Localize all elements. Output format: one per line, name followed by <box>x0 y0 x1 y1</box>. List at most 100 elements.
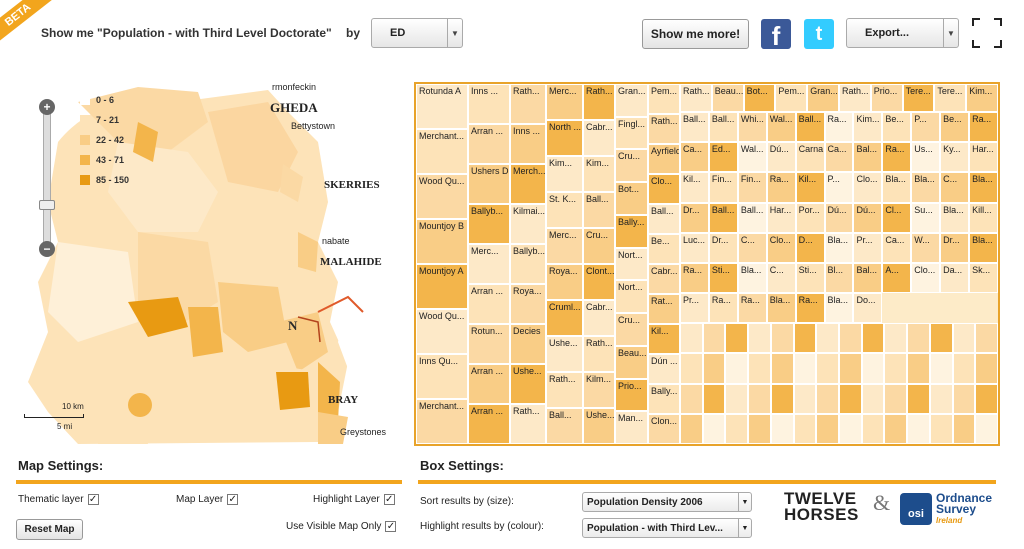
treemap-cell[interactable]: Pem... <box>648 84 680 114</box>
treemap-cell[interactable]: Bla... <box>940 202 970 233</box>
treemap-cell[interactable]: Mountjoy B <box>416 219 468 264</box>
treemap-cell[interactable] <box>748 413 771 444</box>
treemap-cell[interactable]: Ra... <box>737 293 767 324</box>
treemap-cell[interactable] <box>952 413 976 444</box>
treemap-cell[interactable]: Merchant... <box>416 129 468 174</box>
treemap-cell[interactable]: Kil... <box>795 172 825 203</box>
treemap-cell[interactable]: Roya... <box>510 284 546 324</box>
treemap-cell[interactable]: Ayrfield <box>648 144 680 174</box>
treemap-cell[interactable]: Ushe... <box>583 408 615 444</box>
treemap-cell[interactable]: Dú... <box>766 142 796 173</box>
treemap-cell[interactable]: C... <box>940 172 970 203</box>
treemap-cell[interactable]: Har... <box>766 202 796 233</box>
treemap-cell[interactable]: Ca... <box>824 142 854 173</box>
treemap-cell[interactable]: Merc... <box>468 244 510 284</box>
treemap-cell[interactable]: Arran ... <box>468 404 510 444</box>
treemap-cell[interactable]: Arran ... <box>468 364 510 404</box>
treemap-cell[interactable]: Beau... <box>615 345 648 379</box>
zoom-track[interactable] <box>43 111 51 246</box>
treemap-cell[interactable]: Bla... <box>882 172 912 203</box>
treemap-cell[interactable]: Dr... <box>680 202 709 233</box>
treemap-cell[interactable]: Dr... <box>708 232 738 263</box>
treemap-cell[interactable]: Dr... <box>940 232 970 263</box>
treemap-cell[interactable]: Ball... <box>583 192 615 228</box>
treemap-cell[interactable]: Wal... <box>737 142 767 173</box>
treemap-cell[interactable] <box>884 413 908 444</box>
treemap-cell[interactable] <box>839 353 862 384</box>
treemap-cell[interactable]: Cabr... <box>583 300 615 336</box>
treemap-cell[interactable] <box>748 353 771 384</box>
treemap-cell[interactable]: Fin... <box>737 172 767 203</box>
treemap-cell[interactable] <box>861 323 885 354</box>
treemap-cell[interactable]: Rath... <box>510 84 546 124</box>
treemap-cell[interactable]: Fin... <box>708 172 738 203</box>
treemap-cell[interactable]: Rath... <box>510 404 546 444</box>
treemap-cell[interactable] <box>884 323 908 354</box>
treemap-cell[interactable]: Ra... <box>708 293 738 324</box>
treemap-cell[interactable]: Arran ... <box>468 284 510 324</box>
osi-logo-icon[interactable]: osi <box>900 493 932 525</box>
treemap-cell[interactable]: C... <box>737 232 767 263</box>
treemap-cell[interactable]: Rat... <box>648 294 680 324</box>
treemap-cell[interactable]: Rath... <box>546 372 583 408</box>
thematic-layer-checkbox[interactable]: Thematic layer ✓ <box>18 494 99 505</box>
treemap-cell[interactable]: Ca... <box>680 142 709 173</box>
treemap-cell[interactable]: Rotunda A <box>416 84 468 129</box>
treemap-cell[interactable] <box>839 323 862 354</box>
treemap-cell[interactable]: Inns Qu... <box>416 354 468 399</box>
treemap-cell[interactable] <box>702 413 726 444</box>
treemap-cell[interactable]: Bla... <box>766 293 796 324</box>
treemap-cell[interactable]: Cabr... <box>648 264 680 294</box>
treemap-cell[interactable] <box>748 383 771 414</box>
treemap-cell[interactable] <box>907 323 930 354</box>
treemap-cell[interactable]: Kil... <box>648 324 680 354</box>
area-type-select[interactable]: ED ▼ <box>371 18 463 48</box>
treemap-cell[interactable]: Carna <box>795 142 825 173</box>
treemap-cell[interactable]: Kilm... <box>583 372 615 408</box>
treemap-cell[interactable]: Wood Qu... <box>416 174 468 219</box>
treemap-cell[interactable]: Ball... <box>648 204 680 234</box>
treemap-cell[interactable]: Mountjoy A <box>416 264 468 309</box>
treemap-cell[interactable]: North ... <box>546 120 583 156</box>
treemap-cell[interactable]: Kim... <box>966 84 998 112</box>
map-layer-checkbox[interactable]: Map Layer ✓ <box>176 494 239 505</box>
treemap-cell[interactable]: Nort... <box>615 247 648 281</box>
treemap-cell[interactable]: Rath... <box>583 84 615 120</box>
twitter-icon[interactable]: t <box>804 19 834 49</box>
treemap-cell[interactable]: Clo... <box>766 232 796 263</box>
treemap-cell[interactable] <box>770 383 794 414</box>
treemap-cell[interactable]: Clont... <box>583 264 615 300</box>
treemap-cell[interactable]: Bla... <box>969 172 998 203</box>
treemap-cell[interactable] <box>907 353 930 384</box>
treemap-cell[interactable]: Clo... <box>911 262 941 294</box>
treemap-cell[interactable] <box>975 383 998 414</box>
treemap-cell[interactable]: Merc... <box>546 228 583 264</box>
treemap-cell[interactable]: Merc... <box>546 84 583 120</box>
treemap-cell[interactable]: Kim... <box>546 156 583 192</box>
treemap-cell[interactable] <box>929 413 953 444</box>
treemap-cell[interactable]: Kill... <box>969 202 998 233</box>
treemap-cell[interactable]: Bally... <box>615 214 648 248</box>
treemap-cell[interactable]: Rath... <box>839 84 871 112</box>
treemap-cell[interactable] <box>929 353 953 384</box>
treemap-cell[interactable] <box>680 323 703 354</box>
treemap-cell[interactable]: Cabr... <box>583 120 615 156</box>
treemap-cell[interactable]: Ushe... <box>546 336 583 372</box>
treemap-cell[interactable]: Dún ... <box>648 354 680 384</box>
treemap-cell[interactable]: Dú... <box>824 202 854 233</box>
treemap-cell[interactable]: Ky... <box>940 142 970 173</box>
zoom-slider[interactable]: + − <box>38 99 56 257</box>
treemap-cell[interactable] <box>680 353 703 384</box>
treemap-cell[interactable]: Prio... <box>870 84 903 112</box>
treemap-cell[interactable] <box>861 353 885 384</box>
treemap-cell[interactable]: Gran... <box>807 84 839 112</box>
facebook-icon[interactable]: f <box>761 19 791 51</box>
treemap-cell[interactable]: Wood Qu... <box>416 309 468 354</box>
fullscreen-icon[interactable] <box>972 18 1002 48</box>
treemap-cell[interactable]: Kim... <box>583 156 615 192</box>
treemap-cell[interactable] <box>725 383 749 414</box>
treemap-cell[interactable]: Sti... <box>795 262 825 294</box>
treemap-cell[interactable]: Bla... <box>824 293 854 324</box>
treemap-cell[interactable] <box>929 323 953 354</box>
treemap-cell[interactable] <box>952 353 976 384</box>
